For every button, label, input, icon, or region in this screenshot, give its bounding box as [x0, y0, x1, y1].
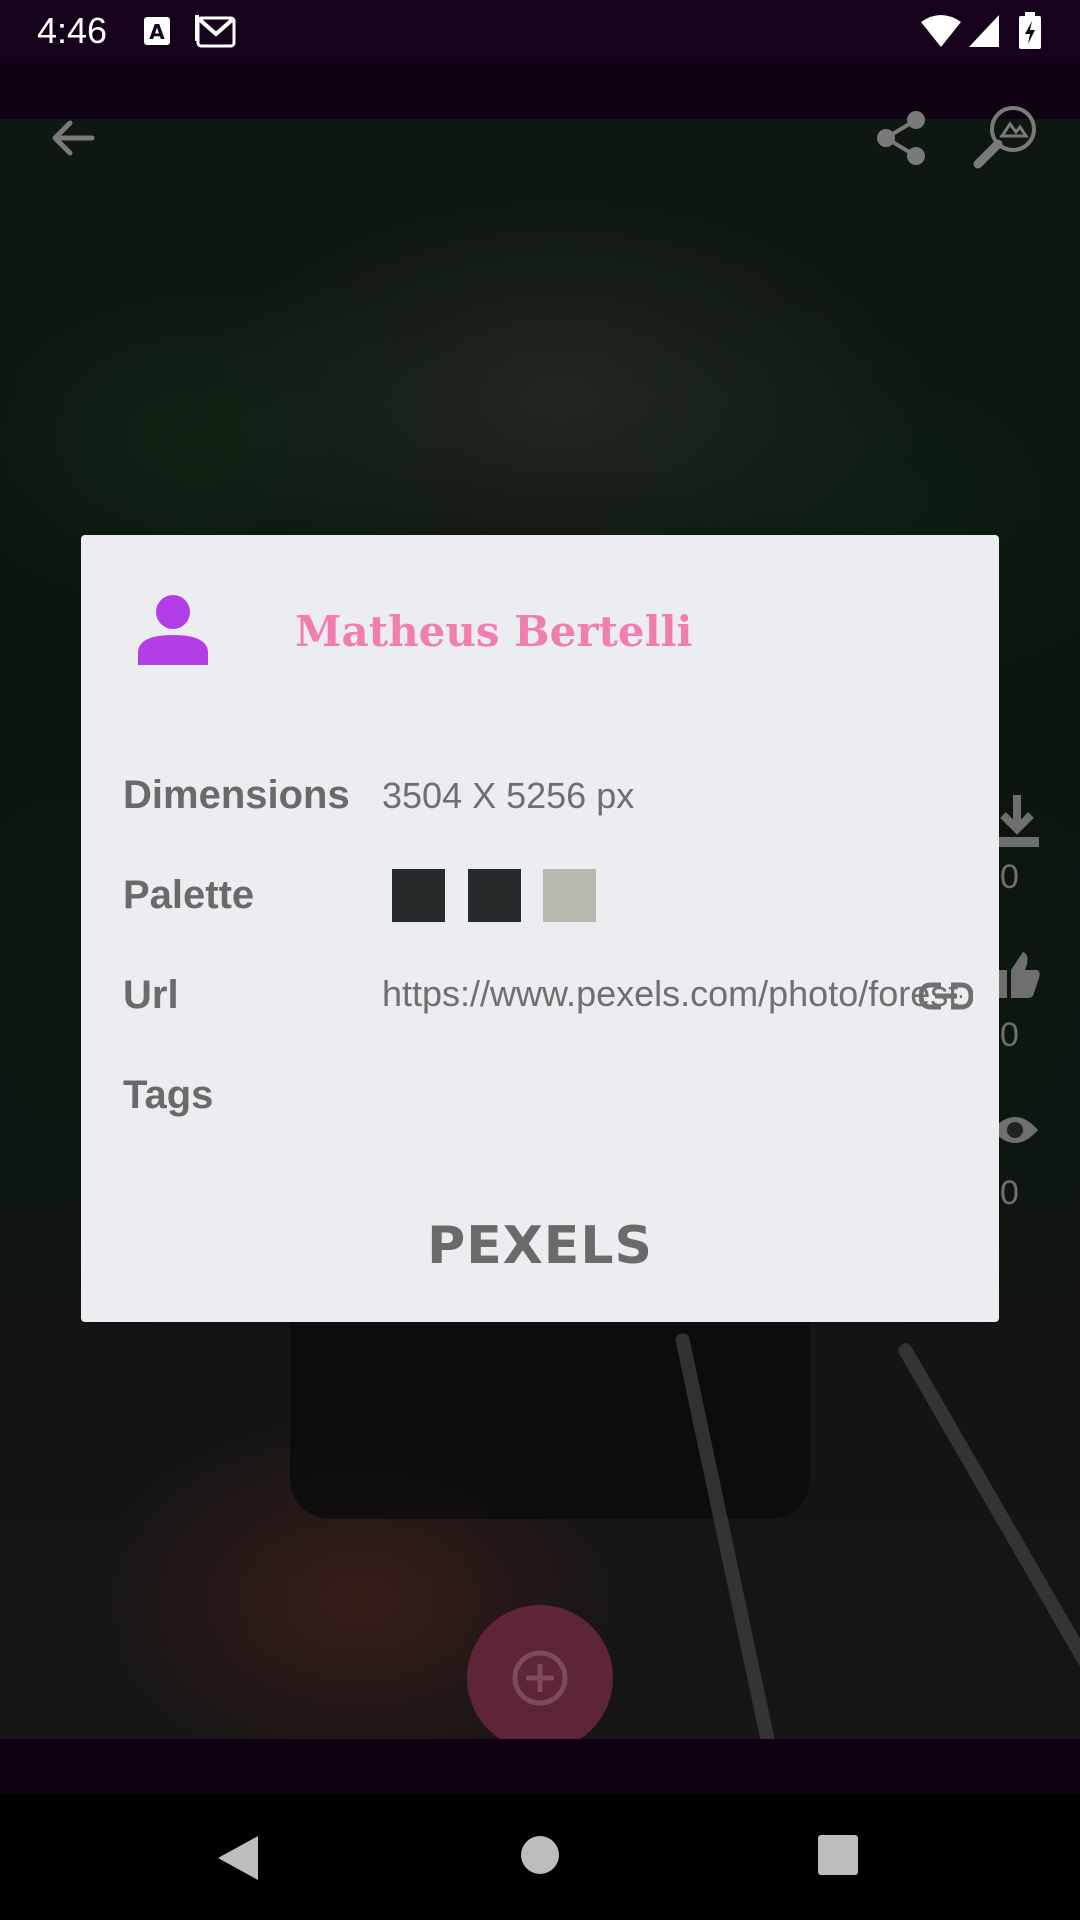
- back-arrow-icon[interactable]: [48, 113, 98, 163]
- nav-home-button[interactable]: [519, 1834, 561, 1876]
- url-container[interactable]: https://www.pexels.com/photo/forest-road: [382, 971, 962, 1021]
- url-value[interactable]: https://www.pexels.com/photo/forest-road: [382, 973, 962, 1015]
- dimensions-label: Dimensions: [123, 773, 350, 817]
- likes-count: 0: [1000, 1016, 1019, 1054]
- add-fab-button[interactable]: [467, 1605, 613, 1751]
- image-search-icon[interactable]: [972, 102, 1040, 170]
- bottom-bar: [0, 1739, 1080, 1794]
- system-nav-bar: [0, 1794, 1080, 1920]
- author-icon: [138, 595, 208, 665]
- author-name[interactable]: Matheus Bertelli: [295, 607, 693, 656]
- downloads-count: 0: [1000, 858, 1019, 896]
- a-notification-icon: A: [144, 17, 170, 45]
- share-icon[interactable]: [876, 110, 928, 166]
- tags-label: Tags: [123, 1073, 214, 1117]
- link-icon[interactable]: [919, 981, 973, 1011]
- photo-info-dialog: Matheus Bertelli Dimensions 3504 X 5256 …: [81, 535, 999, 1322]
- svg-text:A: A: [149, 20, 165, 44]
- status-bar: 4:46 A: [0, 0, 1080, 63]
- source-label[interactable]: PEXELS: [81, 1216, 999, 1276]
- palette-swatch-1[interactable]: [392, 869, 445, 922]
- palette-label: Palette: [123, 873, 255, 917]
- palette-swatch-3[interactable]: [543, 869, 596, 922]
- status-time: 4:46: [37, 10, 108, 51]
- views-count: 0: [1000, 1174, 1019, 1212]
- url-label: Url: [123, 973, 179, 1017]
- like-icon[interactable]: [995, 950, 1040, 1000]
- nav-back-button[interactable]: [216, 1834, 260, 1882]
- nav-recents-button[interactable]: [817, 1834, 859, 1876]
- signal-icon: [969, 15, 999, 47]
- wifi-icon: [921, 15, 961, 47]
- dimensions-value: 3504 X 5256 px: [382, 775, 635, 816]
- add-circle-icon: [512, 1650, 568, 1706]
- gmail-icon: [195, 15, 236, 48]
- download-icon[interactable]: [995, 793, 1040, 849]
- battery-icon: [1019, 12, 1041, 49]
- palette-swatch-2[interactable]: [468, 869, 521, 922]
